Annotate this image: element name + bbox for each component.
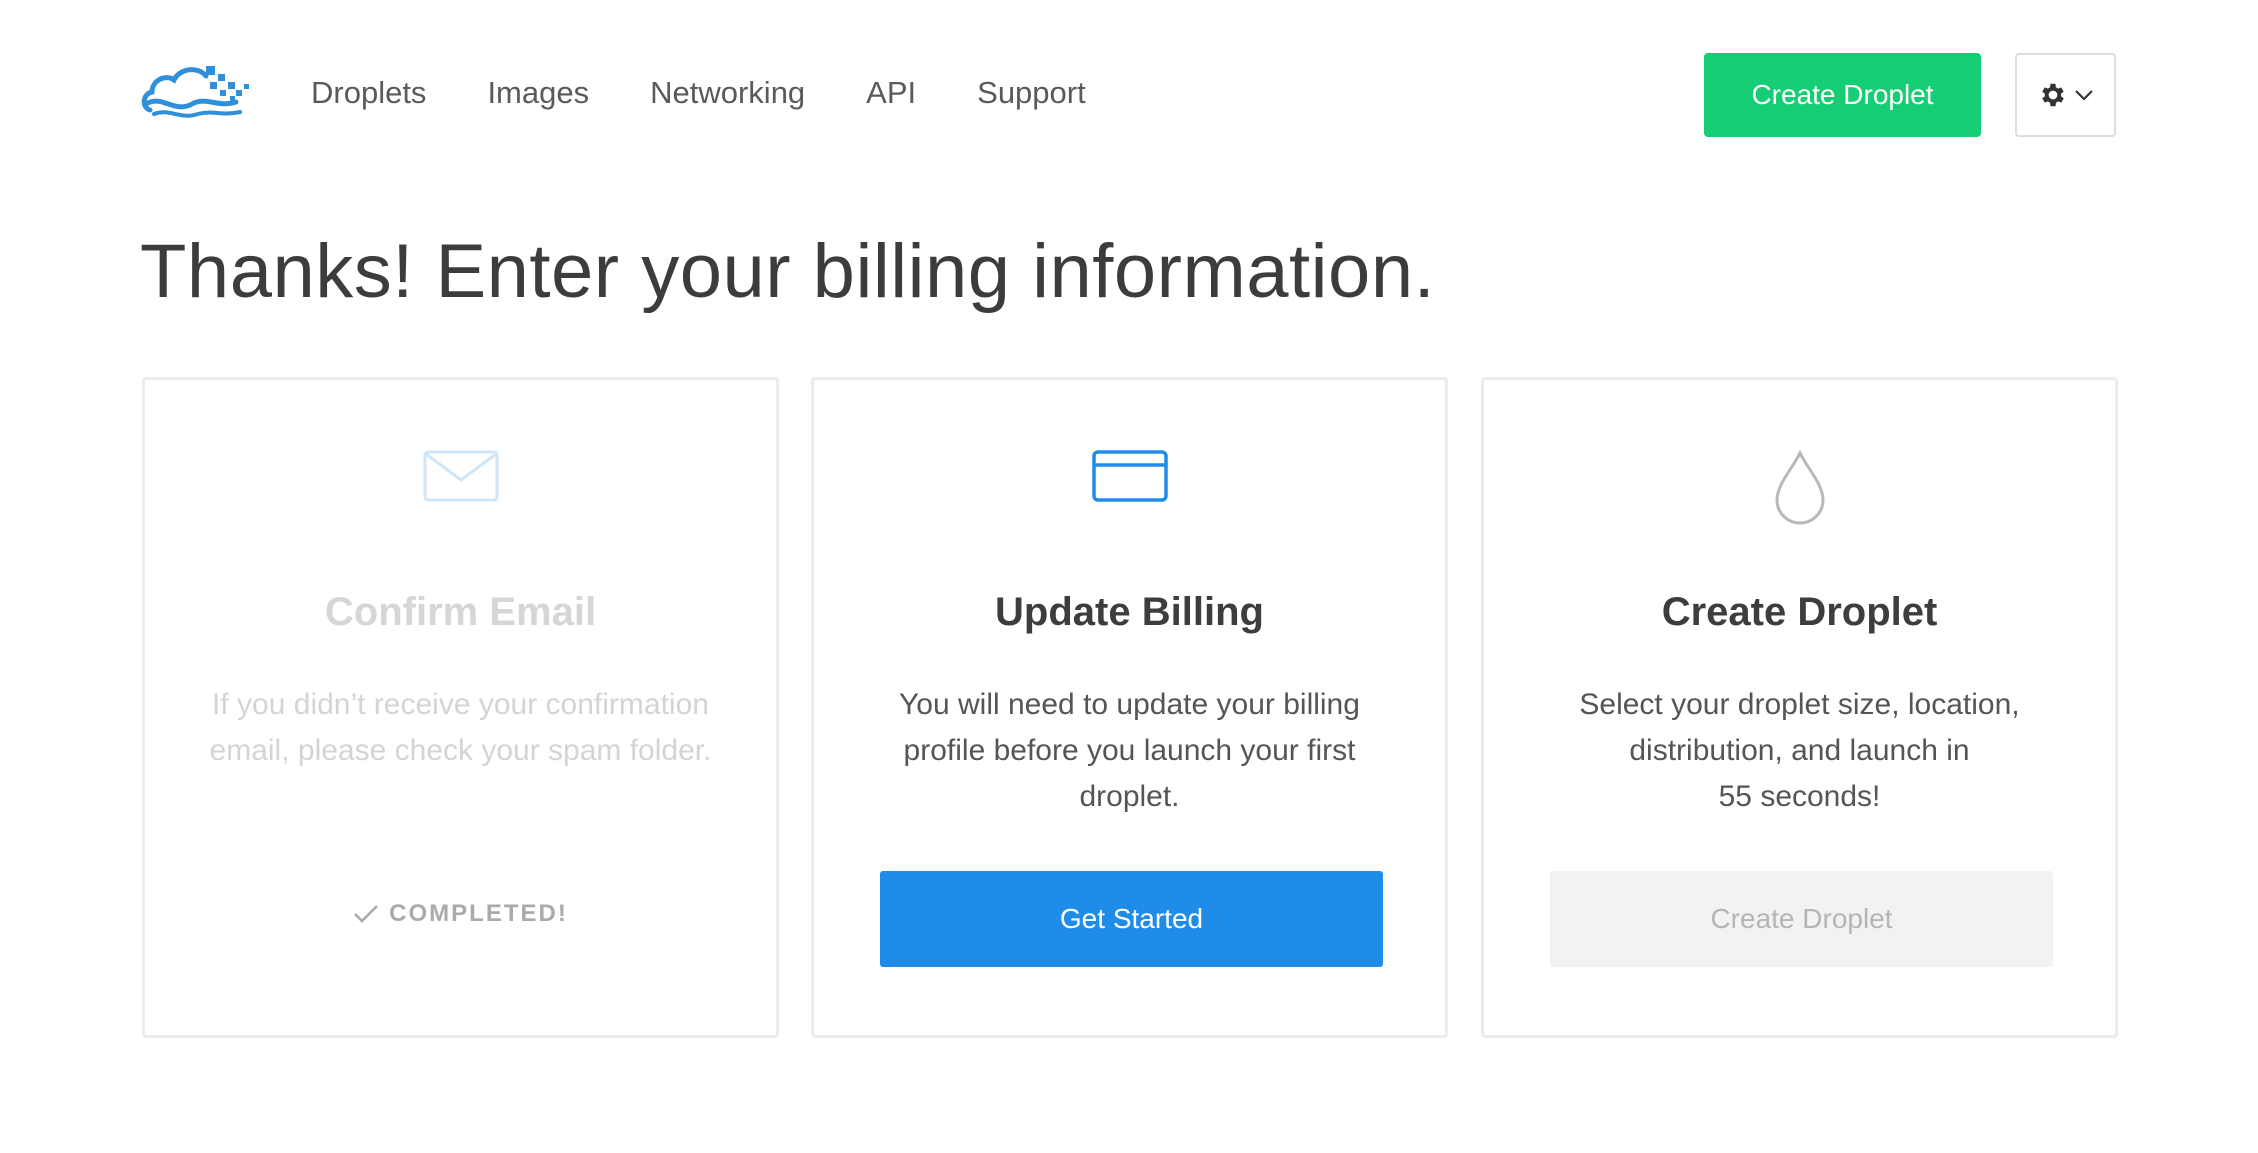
card-description: If you didn’t receive your confirmation … [209,688,712,767]
description-line: Select your droplet size, location, [1579,688,2020,721]
create-droplet-card: Create Droplet Select your droplet size,… [1481,377,2118,1038]
settings-menu-button[interactable] [2015,53,2116,137]
update-billing-card: Update Billing You will need to update y… [811,377,1448,1038]
completed-label: COMPLETED! [389,900,568,927]
checkmark-icon [354,905,379,923]
nav-item-droplets[interactable]: Droplets [311,68,426,118]
nav-item-networking[interactable]: Networking [650,68,805,118]
credit-card-icon [1091,450,1168,502]
nav-item-api[interactable]: API [866,68,916,118]
create-droplet-button[interactable]: Create Droplet [1704,53,1981,137]
create-droplet-card-button[interactable]: Create Droplet [1550,871,2053,967]
digitalocean-logo[interactable] [140,58,255,123]
card-title: Update Billing [995,590,1264,634]
droplet-icon [1774,450,1825,525]
description-line: 55 seconds! [1718,780,1881,813]
card-title: Confirm Email [324,590,597,634]
envelope-icon [423,450,498,502]
completed-status: COMPLETED! [145,900,776,928]
confirm-email-card: Confirm Email If you didn’t receive your… [142,377,779,1038]
nav-item-images[interactable]: Images [487,68,589,118]
get-started-button[interactable]: Get Started [880,871,1383,967]
card-description: You will need to update your billing pro… [899,688,1360,813]
description-line: distribution, and launch in [1629,734,1970,767]
gear-icon [2041,83,2064,107]
nav-item-support[interactable]: Support [977,68,1086,118]
page: Droplets Images Networking API Support C… [0,0,2258,1153]
page-title: Thanks! Enter your billing information. [140,229,1436,314]
card-description: Select your droplet size, location, dist… [1544,682,2055,820]
chevron-down-icon [2074,90,2093,101]
card-title: Create Droplet [1661,590,1938,634]
main-nav: Droplets Images Networking API Support [311,68,1086,118]
top-nav-bar: Droplets Images Networking API Support C… [0,0,2258,190]
